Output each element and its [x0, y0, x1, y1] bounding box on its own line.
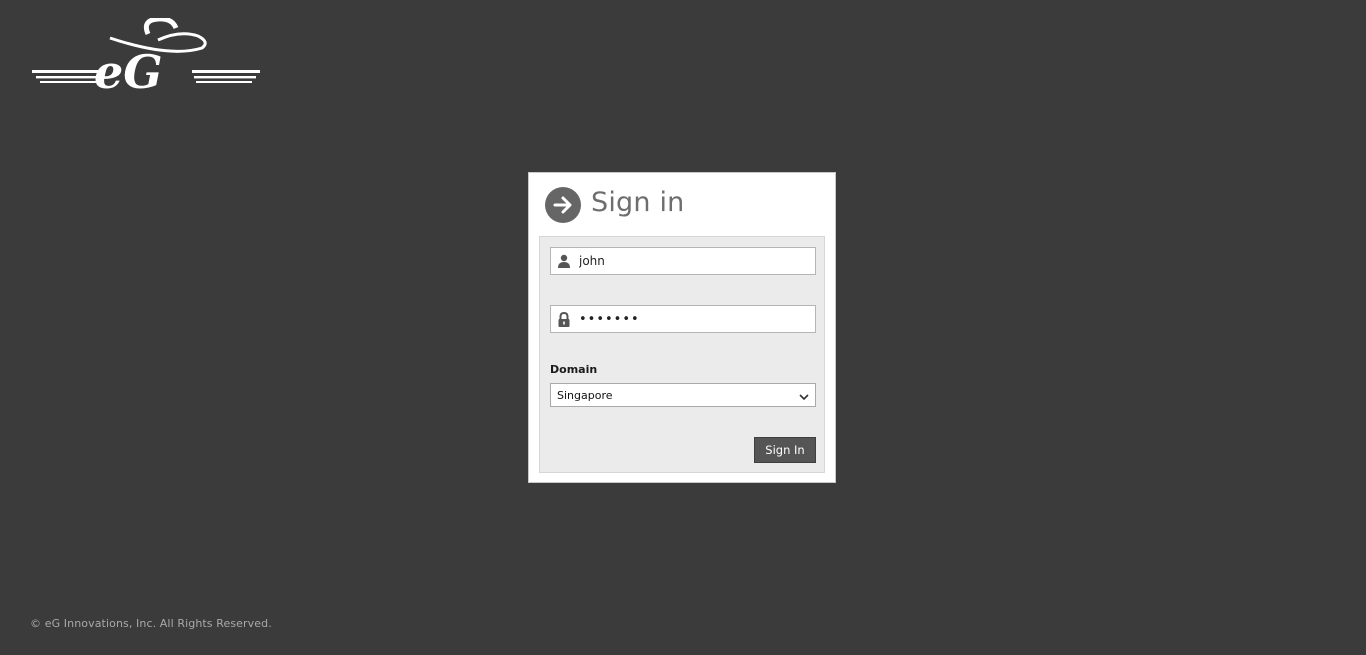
login-page: eG Sign in john ••••••• Domain Singapore…	[0, 0, 1366, 655]
arrow-right-circle-icon	[545, 187, 581, 223]
domain-selected-value: Singapore	[557, 388, 613, 402]
signin-header: Sign in	[545, 186, 685, 224]
user-icon	[551, 248, 577, 274]
username-field[interactable]	[550, 247, 816, 275]
copyright-footer: © eG Innovations, Inc. All Rights Reserv…	[30, 617, 272, 630]
logo-text: eG	[94, 45, 163, 90]
domain-label: Domain	[550, 363, 598, 376]
username-input[interactable]	[577, 250, 811, 272]
signin-button[interactable]: Sign In	[754, 437, 816, 463]
domain-select[interactable]: Singapore	[550, 383, 816, 407]
chevron-down-icon	[799, 386, 809, 405]
signin-title: Sign in	[591, 186, 685, 218]
signin-form: Domain Singapore Sign In	[539, 236, 825, 473]
signin-card: Sign in john ••••••• Domain Singapore Si…	[528, 172, 836, 483]
lock-icon	[551, 306, 577, 332]
password-input[interactable]	[577, 308, 811, 330]
eg-logo: eG	[30, 18, 262, 90]
password-field[interactable]	[550, 305, 816, 333]
